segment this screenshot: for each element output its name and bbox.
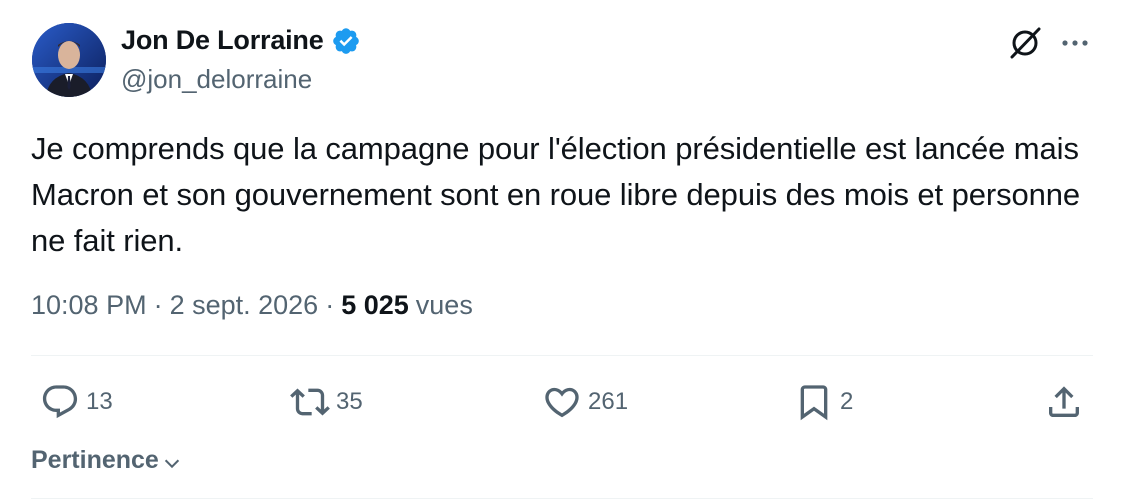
bookmark-count: 2: [840, 388, 854, 415]
like-button[interactable]: 261: [542, 380, 628, 424]
sort-label: Pertinence: [31, 446, 159, 474]
bookmark-icon: [800, 385, 828, 421]
more-icon[interactable]: [1058, 26, 1092, 60]
repost-icon: [290, 388, 330, 416]
tweet-meta: 10:08 PM · 2 sept. 2026 · 5 025 vues: [31, 290, 473, 321]
tweet-text: Je comprends que la campagne pour l'élec…: [31, 131, 1081, 258]
tweet-date[interactable]: 2 sept. 2026: [170, 290, 319, 321]
avatar[interactable]: [32, 23, 106, 97]
views-count: 5 025: [341, 290, 409, 320]
meta-separator: ·: [325, 290, 335, 320]
bookmark-button[interactable]: 2: [794, 380, 853, 424]
share-button[interactable]: [1044, 380, 1084, 424]
reply-icon: [42, 385, 78, 419]
tweet-time[interactable]: 10:08 PM: [31, 290, 147, 321]
like-icon: [545, 387, 579, 418]
meta-separator: ·: [153, 290, 163, 320]
sort-dropdown[interactable]: Pertinence: [31, 446, 183, 475]
avatar-image: [32, 23, 106, 97]
author-handle[interactable]: @jon_delorraine: [121, 64, 312, 95]
reply-button[interactable]: 13: [40, 380, 113, 424]
chevron-down-icon: [164, 459, 179, 468]
repost-button[interactable]: 35: [290, 380, 363, 424]
share-icon: [1049, 386, 1079, 417]
divider-top: [31, 355, 1093, 356]
author-name-row[interactable]: Jon De Lorraine: [121, 25, 361, 56]
like-count: 261: [588, 388, 629, 415]
divider-bottom: [31, 498, 1093, 499]
views-label: vues: [415, 290, 473, 320]
repost-count: 35: [336, 388, 363, 415]
verified-badge-icon: [331, 26, 361, 56]
author-display-name[interactable]: Jon De Lorraine: [121, 25, 324, 56]
grok-icon[interactable]: [1006, 24, 1044, 62]
reply-count: 13: [86, 388, 113, 415]
